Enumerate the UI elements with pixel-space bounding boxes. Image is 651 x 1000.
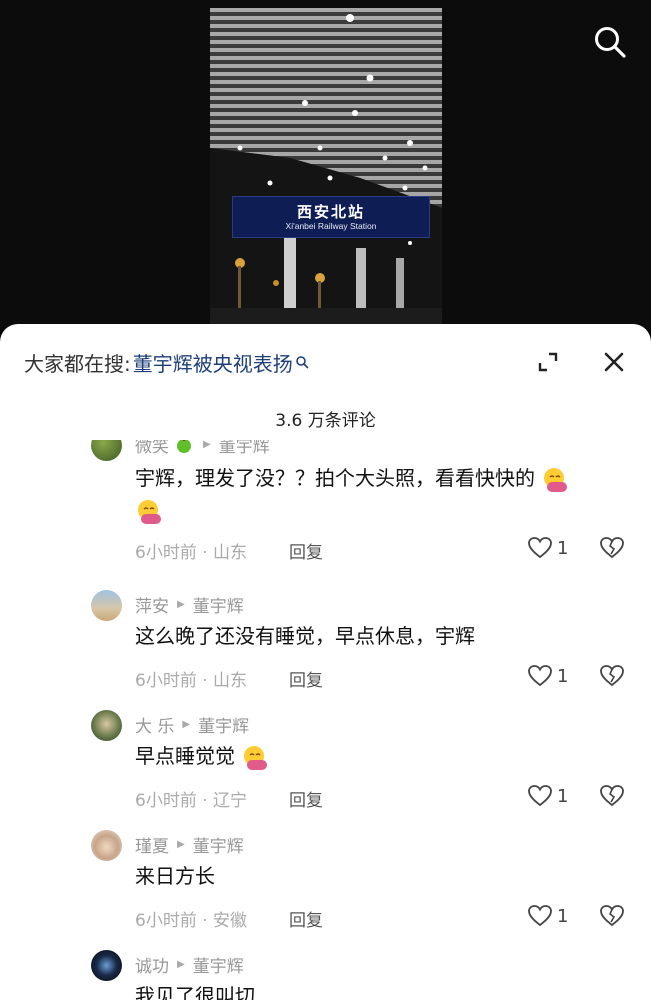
close-button[interactable]: [600, 348, 628, 376]
broken-heart-icon: [600, 665, 624, 687]
comment-meta: 瑾夏 ▶ 董宇辉: [135, 832, 244, 857]
like-button[interactable]: 1: [527, 536, 568, 560]
broken-heart-icon: [600, 785, 624, 807]
dislike-button[interactable]: [598, 536, 626, 564]
station-ceiling-illustration: [210, 8, 442, 324]
comment-text: 来日方长: [135, 864, 215, 888]
comment-author[interactable]: 诚功: [135, 952, 169, 977]
search-icon: [595, 27, 626, 58]
avatar[interactable]: [91, 830, 122, 861]
hug-emoji-icon: [135, 498, 165, 526]
like-count: 1: [557, 665, 569, 687]
trending-search-term[interactable]: 董宇辉被央视表扬: [133, 348, 293, 377]
comment-time-location: 6小时前 · 辽宁: [135, 791, 248, 811]
search-button[interactable]: [590, 22, 630, 62]
heart-icon: [528, 537, 552, 559]
comment-text: 我见了很叫切: [135, 984, 255, 1000]
heart-icon: [528, 665, 552, 687]
avatar[interactable]: [91, 710, 122, 741]
dislike-button[interactable]: [598, 784, 626, 812]
video-frame: [210, 8, 442, 324]
comments-sheet: 大家都在搜: 董宇辉被央视表扬 3.6 万条评论 微笑 ▶ 董宇辉 宇辉，理发了…: [0, 324, 651, 1000]
expand-button[interactable]: [536, 350, 560, 374]
dislike-button[interactable]: [598, 904, 626, 932]
search-small-icon: [295, 355, 309, 369]
comment-text-content: 宇辉，理发了没？？拍个大头照，看看快快的: [135, 466, 535, 490]
close-icon: [604, 352, 624, 372]
comment-list[interactable]: 微笑 ▶ 董宇辉 宇辉，理发了没？？拍个大头照，看看快快的 6小时前 · 山东 …: [0, 440, 651, 1000]
apple-emoji-icon: [177, 440, 191, 453]
comment-reply-to[interactable]: 董宇辉: [193, 832, 244, 857]
trending-search-prefix: 大家都在搜:: [24, 351, 131, 376]
station-sign-chinese: 西安北站: [296, 202, 365, 221]
comment-author[interactable]: 萍安: [135, 592, 169, 617]
hug-emoji-icon: [241, 744, 271, 772]
comment-meta: 诚功 ▶ 董宇辉: [135, 952, 244, 977]
broken-heart-icon: [600, 905, 624, 927]
comment-meta: 微笑 ▶ 董宇辉: [135, 440, 270, 457]
dislike-button[interactable]: [598, 664, 626, 692]
like-count: 1: [557, 785, 569, 807]
comment-author[interactable]: 大 乐: [135, 712, 174, 737]
comment-reply-to[interactable]: 董宇辉: [219, 440, 270, 457]
avatar[interactable]: [91, 950, 122, 981]
expand-icon: [538, 352, 558, 372]
comment-author[interactable]: 微笑: [135, 440, 169, 457]
comment-text: 早点睡觉觉: [135, 740, 625, 772]
comment-text: 宇辉，理发了没？？拍个大头照，看看快快的: [135, 462, 625, 494]
comment-count: 3.6 万条评论: [275, 411, 376, 431]
comment-time-location: 6小时前 · 山东: [135, 671, 248, 691]
heart-icon: [528, 905, 552, 927]
reply-button[interactable]: 回复: [289, 666, 323, 691]
station-sign-english: Xi'anbei Railway Station: [285, 220, 377, 231]
comment-reply-to[interactable]: 董宇辉: [198, 712, 249, 737]
video-player[interactable]: 西安北站 Xi'anbei Railway Station: [0, 0, 651, 330]
comment-reply-to[interactable]: 董宇辉: [193, 952, 244, 977]
comment-time-location: 6小时前 · 安徽: [135, 911, 248, 931]
reply-button[interactable]: 回复: [289, 538, 323, 563]
comment-meta: 大 乐 ▶ 董宇辉: [135, 712, 249, 737]
comment-time-location: 6小时前 · 山东: [135, 543, 248, 563]
like-button[interactable]: 1: [527, 784, 568, 808]
reply-arrow-icon: ▶: [177, 599, 185, 610]
reply-arrow-icon: ▶: [203, 440, 211, 450]
reply-button[interactable]: 回复: [289, 786, 323, 811]
heart-icon: [528, 785, 552, 807]
hug-emoji-icon: [541, 466, 571, 494]
reply-button[interactable]: 回复: [289, 906, 323, 931]
like-button[interactable]: 1: [527, 904, 568, 928]
like-count: 1: [557, 905, 569, 927]
broken-heart-icon: [600, 537, 624, 559]
comment-text-wrap: [135, 494, 625, 526]
avatar[interactable]: [91, 440, 122, 461]
comment-text: 这么晚了还没有睡觉，早点休息，宇辉: [135, 624, 475, 648]
like-button[interactable]: 1: [527, 664, 568, 688]
like-count: 1: [557, 537, 569, 559]
station-sign: 西安北站 Xi'anbei Railway Station: [232, 196, 430, 238]
avatar[interactable]: [91, 590, 122, 621]
trending-search-bar[interactable]: 大家都在搜: 董宇辉被央视表扬: [24, 348, 309, 376]
comment-reply-to[interactable]: 董宇辉: [193, 592, 244, 617]
comment-author[interactable]: 瑾夏: [135, 832, 169, 857]
comment-text-content: 早点睡觉觉: [135, 744, 235, 768]
reply-arrow-icon: ▶: [177, 839, 185, 850]
reply-arrow-icon: ▶: [182, 719, 191, 730]
comment-meta: 萍安 ▶ 董宇辉: [135, 592, 244, 617]
reply-arrow-icon: ▶: [177, 959, 185, 970]
